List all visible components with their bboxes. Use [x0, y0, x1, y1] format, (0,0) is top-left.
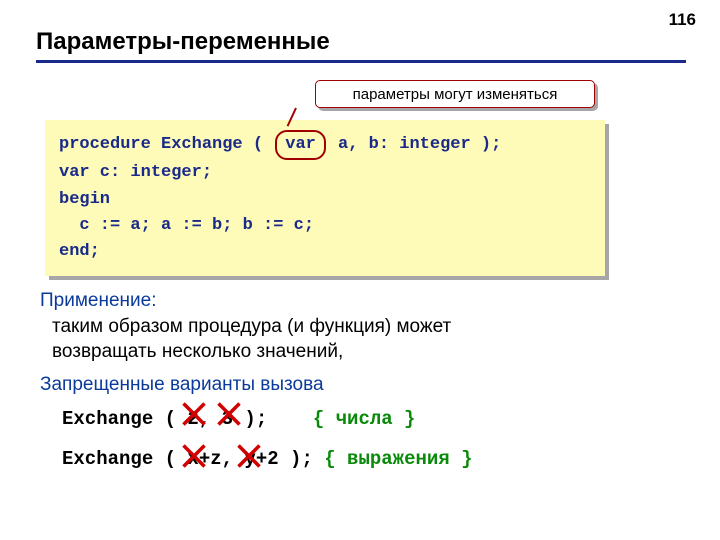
callout-text: параметры могут изменяться [353, 86, 558, 103]
code-text: a, b: integer ); [328, 135, 501, 154]
text: таким образом процедура (и функция) може… [52, 316, 451, 337]
text: возвращать несколько значений, [52, 341, 343, 362]
slide-title: Параметры-переменные [36, 28, 330, 56]
forbidden-label: Запрещенные варианты вызова [40, 372, 650, 398]
code-line-1: procedure Exchange ( var a, b: integer )… [59, 130, 591, 160]
callout-balloon: параметры могут изменяться [315, 80, 595, 108]
application-body: таким образом процедура (и функция) може… [52, 314, 650, 365]
title-underline [36, 60, 686, 63]
cross-icon [215, 400, 243, 428]
code-line-4: c := a; a := b; b := c; [59, 213, 591, 239]
cross-icon [235, 442, 263, 470]
comment-text: { выражения } [324, 448, 472, 470]
forbidden-section: Запрещенные варианты вызова [40, 372, 650, 398]
cross-icon [180, 442, 208, 470]
code-line-3: begin [59, 187, 591, 213]
code-text: procedure Exchange ( [59, 135, 273, 154]
application-label: Применение: [40, 288, 650, 314]
code-line-2: var c: integer; [59, 160, 591, 186]
forbidden-example-2: Exchange ( x+z, y+2 ); { выражения } [62, 448, 472, 470]
application-section: Применение: таким образом процедура (и ф… [40, 288, 650, 365]
comment-text: { числа } [313, 408, 416, 430]
code-block: procedure Exchange ( var a, b: integer )… [45, 120, 605, 276]
var-keyword-box: var [275, 130, 326, 160]
cross-icon [180, 400, 208, 428]
page-number: 116 [669, 10, 696, 30]
code-line-5: end; [59, 239, 591, 265]
